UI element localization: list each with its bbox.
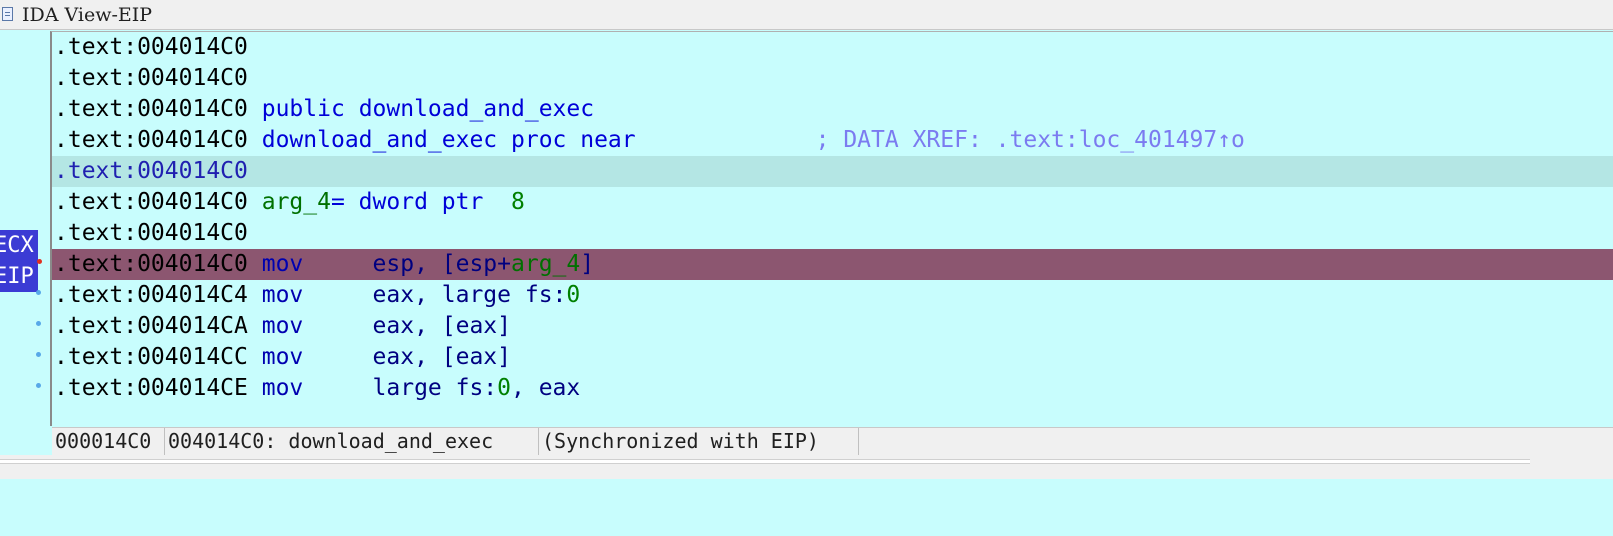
disassembly-listing[interactable]: .text:004014C0 .text:004014C0 .text:0040… (50, 31, 1613, 426)
listing-line-cursor[interactable]: .text:004014C0 (52, 156, 1613, 187)
address: .text:004014CC (54, 344, 248, 370)
status-sync: (Synchronized with EIP) (539, 428, 859, 455)
address: .text:004014C0 (54, 251, 248, 277)
horizontal-scrollbar[interactable] (0, 455, 1613, 479)
flow-dot-icon (36, 290, 41, 295)
view-title: IDA View-EIP (22, 4, 153, 26)
number: 8 (511, 189, 525, 215)
address: .text:004014C0 (54, 127, 248, 153)
number: 0 (497, 375, 512, 401)
operand: eax, [eax] (372, 344, 512, 370)
stack-variable[interactable]: arg_4 (262, 189, 331, 215)
operand: large fs: (372, 375, 498, 401)
register-tag-ecx[interactable]: ECX (0, 230, 38, 261)
status-bar: 000014C0 004014C0: download_and_exec (Sy… (52, 427, 1613, 455)
status-file-offset: 000014C0 (52, 428, 165, 455)
keyword: proc near (511, 127, 636, 153)
mnemonic: mov (261, 344, 304, 370)
function-name[interactable]: download_and_exec (262, 127, 497, 153)
register-tag-eip[interactable]: EIP (0, 261, 38, 292)
listing-line[interactable]: .text:004014CA mov eax, [eax] (52, 311, 1613, 342)
variable-definition: = dword ptr (330, 189, 511, 215)
address: .text:004014C0 (54, 220, 248, 246)
mnemonic: mov (261, 375, 304, 401)
listing-line[interactable]: .text:004014C0 (52, 63, 1613, 94)
xref-comment[interactable]: ; DATA XREF: .text:loc_401497↑o (816, 127, 1245, 153)
view-title-bar[interactable]: IDA View-EIP (0, 0, 1613, 30)
flow-dot-icon (36, 321, 41, 326)
operand: esp, [esp+ (372, 251, 512, 277)
document-icon (2, 7, 13, 21)
address: .text:004014C0 (54, 34, 248, 60)
status-location: 004014C0: download_and_exec (165, 428, 539, 455)
operand: ] (580, 251, 595, 277)
breakpoint-marker-icon[interactable] (37, 259, 42, 264)
keyword: public (261, 96, 345, 122)
listing-line[interactable]: .text:004014C4 mov eax, large fs:0 (52, 280, 1613, 311)
mnemonic: mov (261, 251, 304, 277)
listing-line[interactable]: .text:004014CC mov eax, [eax] (52, 342, 1613, 373)
address: .text:004014CE (54, 375, 248, 401)
listing-gutter[interactable]: ECX EIP (0, 31, 50, 426)
address: .text:004014C4 (54, 282, 248, 308)
listing-line[interactable]: .text:004014C0 arg_4= dword ptr 8 (52, 187, 1613, 218)
listing-line-eip[interactable]: .text:004014C0 mov esp, [esp+arg_4] (52, 249, 1613, 280)
flow-dot-icon (36, 383, 41, 388)
number: 0 (566, 282, 581, 308)
listing-line[interactable]: .text:004014C0 (52, 32, 1613, 63)
flow-dot-icon (36, 352, 41, 357)
address: .text:004014C0 (54, 96, 248, 122)
function-name[interactable]: download_and_exec (359, 96, 594, 122)
listing-line[interactable]: .text:004014C0 (52, 218, 1613, 249)
mnemonic: mov (261, 313, 304, 339)
operand: , eax (511, 375, 581, 401)
listing-line[interactable]: .text:004014CE mov large fs:0, eax (52, 373, 1613, 404)
address: .text:004014C0 (54, 158, 248, 184)
stack-variable[interactable]: arg_4 (511, 251, 580, 277)
scrollbar-corner (1532, 455, 1613, 479)
address: .text:004014C0 (54, 189, 248, 215)
address: .text:004014CA (54, 313, 248, 339)
address: .text:004014C0 (54, 65, 248, 91)
operand: eax, large fs: (372, 282, 567, 308)
listing-line[interactable]: .text:004014C0 download_and_exec proc ne… (52, 125, 1613, 156)
listing-line[interactable]: .text:004014C0 public download_and_exec (52, 94, 1613, 125)
mnemonic: mov (261, 282, 304, 308)
operand: eax, [eax] (372, 313, 512, 339)
